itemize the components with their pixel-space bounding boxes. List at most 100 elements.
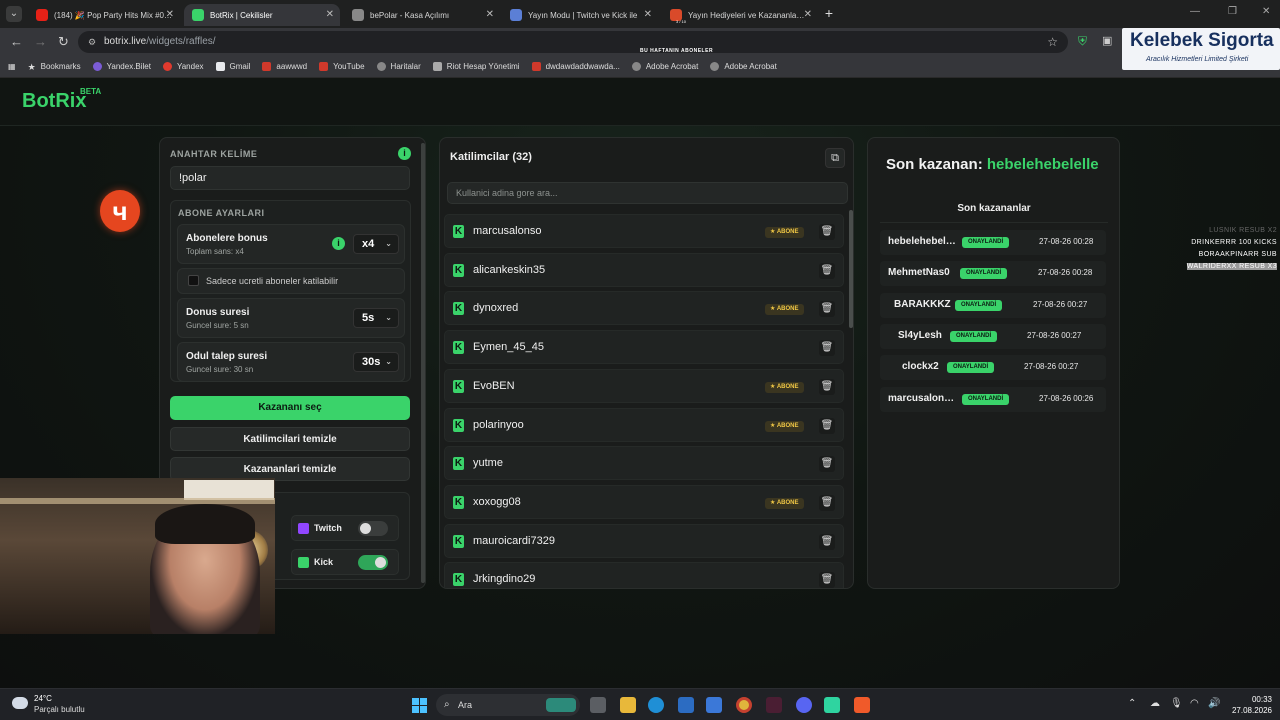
winner-row[interactable]: marcusalon… ONAYLANDİ 27-08-26 00:26 [880, 386, 1106, 412]
bookmark-item[interactable]: YouTube [319, 62, 365, 71]
windows-start-icon[interactable] [412, 698, 427, 713]
participant-search-input[interactable]: Kullanici adina gore ara... [447, 182, 848, 204]
network-icon[interactable]: ☁ [1150, 698, 1160, 709]
participant-row[interactable]: Kdynoxred ★ ABONE 🗑 [444, 291, 844, 326]
bookmark-item[interactable]: Adobe Acrobat [710, 62, 777, 71]
settings-scrollbar-thumb[interactable] [421, 143, 425, 583]
app-icon[interactable] [824, 697, 840, 713]
bookmark-item[interactable]: Yandex.Bilet [92, 62, 151, 71]
keyword-input[interactable]: !polar [170, 166, 410, 190]
toggle-knob [375, 557, 386, 568]
volume-icon[interactable]: 🔊 [1208, 698, 1220, 709]
only-paid-checkbox[interactable] [188, 275, 199, 286]
copy-icon[interactable]: ⧉ [825, 148, 845, 168]
bookmark-item[interactable]: dwdawdaddwawda... [531, 62, 620, 71]
trash-icon[interactable]: 🗑 [819, 572, 835, 588]
wifi-icon[interactable]: ◠ [1190, 698, 1199, 709]
close-icon[interactable]: ✕ [804, 9, 812, 20]
close-icon[interactable]: ✕ [326, 9, 334, 20]
participant-row[interactable]: K EvoBEN ★ ABONE 🗑 [444, 368, 844, 403]
extension-icon[interactable]: ▣ [1102, 34, 1112, 47]
minimize-icon[interactable]: — [1190, 6, 1200, 17]
edge-icon[interactable] [648, 697, 664, 713]
claim-time-select[interactable]: 30s ⌄ [353, 352, 399, 372]
bookmark-item[interactable]: Gmail [215, 62, 250, 71]
info-icon[interactable]: i [398, 147, 411, 160]
participant-row[interactable]: Kxoxogg08 ★ ABONE 🗑 [444, 484, 844, 519]
trash-icon[interactable]: 🗑 [819, 301, 835, 318]
participant-row[interactable]: K Eymen_45_45 🗑 [444, 330, 844, 365]
brave-icon[interactable] [854, 697, 870, 713]
trash-icon[interactable]: 🗑 [819, 340, 835, 357]
tab-title: Yayın Modu | Twitch ve Kick ile [528, 10, 638, 20]
reload-icon[interactable]: ↻ [58, 34, 69, 50]
mail-icon[interactable] [706, 697, 722, 713]
winner-row[interactable]: Sl4yLesh ONAYLANDİ 27-08-26 00:27 [880, 323, 1106, 349]
site-info-icon[interactable]: ⚙ [88, 31, 96, 53]
store-icon[interactable] [678, 697, 694, 713]
trash-icon[interactable]: 🗑 [819, 494, 835, 511]
tab-search-icon[interactable]: ⌄ [6, 6, 22, 22]
claim-time-subtitle: Guncel sure: 30 sn [186, 365, 254, 374]
app-icon[interactable] [766, 697, 782, 713]
botrix-logo[interactable]: BotRix [22, 90, 86, 113]
winner-row[interactable]: BARAKKKZ ONAYLANDİ 27-08-26 00:27 [880, 292, 1106, 318]
globe-icon [631, 62, 641, 71]
maximize-icon[interactable]: ❐ [1228, 6, 1237, 17]
microphone-icon[interactable]: 🎙 [1170, 698, 1183, 709]
system-clock[interactable]: 00:33 27.08.2026 [1230, 694, 1272, 716]
close-icon[interactable]: ✕ [644, 9, 652, 20]
tab-bepolar[interactable]: bePolar - Kasa Açılımı ✕ [344, 4, 500, 26]
twitch-toggle[interactable] [358, 521, 388, 536]
file-explorer-icon[interactable] [620, 697, 636, 713]
kick-toggle[interactable] [358, 555, 388, 570]
info-icon[interactable]: i [332, 237, 345, 250]
close-icon[interactable]: ✕ [486, 9, 494, 20]
clear-participants-button[interactable]: Katilimcilari temizle [170, 427, 410, 451]
chrome-icon[interactable] [736, 697, 752, 713]
bonus-time-select[interactable]: 5s ⌄ [353, 308, 399, 328]
back-icon[interactable]: ← [10, 34, 23, 49]
shield-extension-icon[interactable]: ⛨ [1078, 34, 1087, 49]
winner-row[interactable]: hebelehebel… ONAYLANDİ 27-08-26 00:28 [880, 230, 1106, 255]
participant-row[interactable]: K Jrkingdino29 🗑 [444, 562, 844, 588]
only-paid-card[interactable]: Sadece ucretli aboneler katilabilir [177, 268, 405, 294]
tab-yayin-modu[interactable]: Yayın Modu | Twitch ve Kick ile ✕ [502, 4, 658, 26]
bookmark-item[interactable]: ★ Bookmarks [28, 62, 81, 72]
close-icon[interactable]: ✕ [166, 9, 174, 20]
tab-youtube[interactable]: (184) 🎉 Pop Party Hits Mix #0… ✕ [28, 4, 180, 26]
participant-row[interactable]: Kpolarinyoo ★ ABONE 🗑 [444, 407, 844, 442]
discord-icon[interactable] [796, 697, 812, 713]
trash-icon[interactable]: 🗑 [819, 533, 835, 550]
bookmark-item[interactable]: Riot Hesap Yönetimi [432, 62, 520, 71]
bookmark-item[interactable]: Adobe Acrobat [631, 62, 698, 71]
task-view-icon[interactable] [590, 697, 606, 713]
bookmark-star-icon[interactable]: ☆ [1047, 31, 1058, 53]
participants-scrollbar[interactable] [849, 210, 853, 328]
sub-bonus-select[interactable]: x4 ⌄ [353, 234, 399, 254]
winner-row[interactable]: clockx2 ONAYLANDİ 27-08-26 00:27 [880, 355, 1106, 381]
trash-icon[interactable]: 🗑 [819, 378, 835, 395]
participant-row[interactable]: Kyutme 🗑 [444, 446, 844, 481]
winner-row[interactable]: MehmetNas0 ONAYLANDİ 27-08-26 00:28 [880, 261, 1106, 287]
bookmark-item[interactable]: Yandex [162, 62, 204, 71]
chevron-down-icon: ⌄ [385, 239, 392, 248]
new-tab-icon[interactable]: + [820, 6, 838, 22]
participant-row[interactable]: Kalicankeskin35 🗑 [444, 252, 844, 287]
participant-row[interactable]: Kmarcusalonso ★ ABONE 🗑 [444, 214, 844, 248]
trash-icon[interactable]: 🗑 [819, 456, 835, 473]
chevron-up-icon[interactable]: ⌃ [1128, 698, 1136, 709]
pick-winner-button[interactable]: Kazananı seç [170, 396, 410, 420]
apps-icon[interactable]: ▦ [8, 62, 16, 71]
trash-icon[interactable]: 🗑 [819, 262, 835, 279]
bookmark-item[interactable]: aawwwd [262, 62, 307, 71]
url-field[interactable]: ⚙ botrix.live/widgets/raffles/ ☆ [78, 31, 1068, 53]
bookmark-item[interactable]: Haritalar [376, 62, 421, 71]
tab-botrix[interactable]: BotRix | Cekilisler ✕ [184, 4, 340, 26]
participant-row[interactable]: Kmauroicardi7329 🗑 [444, 523, 844, 558]
trash-icon[interactable]: 🗑 [819, 224, 835, 240]
forward-icon[interactable]: → [34, 34, 47, 49]
trash-icon[interactable]: 🗑 [819, 417, 835, 434]
close-window-icon[interactable]: ✕ [1262, 6, 1270, 17]
taskbar-search[interactable]: ⌕ Ara [436, 694, 580, 716]
